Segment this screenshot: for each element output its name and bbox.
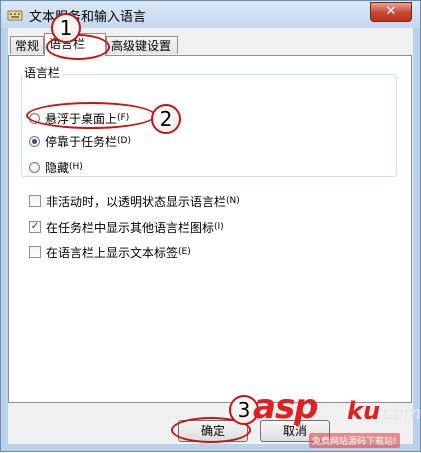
checkbox-label: 在语言栏上显示文本标签 xyxy=(46,245,179,260)
radio-hotkey: (D) xyxy=(117,136,131,146)
language-bar-panel: 语言栏 悬浮于桌面上 (F) 停靠于任务栏 (D) 隐藏 (H) 非活动时，以透… xyxy=(8,55,412,403)
step-marker-1: 1 xyxy=(51,13,81,43)
radio-hotkey: (F) xyxy=(117,113,130,123)
step-marker-2: 2 xyxy=(151,104,181,134)
checkbox[interactable] xyxy=(29,195,41,207)
radio-button[interactable] xyxy=(29,161,40,173)
tab-general[interactable]: 常规 xyxy=(10,36,44,54)
checkbox[interactable] xyxy=(29,246,41,258)
checkbox-checked[interactable]: ✓ xyxy=(29,221,41,233)
radio-dock-in-taskbar[interactable]: 停靠于任务栏 (D) xyxy=(29,133,131,149)
watermark-suffix: ku xyxy=(347,397,381,425)
radio-hotkey: (H) xyxy=(69,162,83,172)
checkbox-label: 在任务栏中显示其他语言栏图标 xyxy=(46,220,215,235)
tab-advanced-key-settings[interactable]: 高级键设置 xyxy=(106,36,178,54)
checkbox-hotkey: (E) xyxy=(178,247,191,257)
radio-label: 悬浮于桌面上 xyxy=(45,111,118,126)
window-title: 文本服务和输入语言 xyxy=(29,10,147,25)
site-watermark: asp ku .com 免费网站源码下载站! xyxy=(247,387,421,453)
close-button[interactable]: ✕ xyxy=(370,2,412,22)
checkbox-label: 非活动时，以透明状态显示语言栏 xyxy=(46,194,227,209)
group-label: 语言栏 xyxy=(22,64,63,81)
radio-hidden[interactable]: 隐藏 (H) xyxy=(29,159,83,175)
watermark-tagline: 免费网站源码下载站! xyxy=(309,433,400,448)
checkbox-hotkey: (N) xyxy=(226,196,240,206)
text-services-dialog: 文本服务和输入语言 ✕ 常规 语言栏 高级键设置 语言栏 悬浮于桌面上 (F) … xyxy=(0,0,421,452)
radio-label: 停靠于任务栏 xyxy=(45,134,118,149)
checkbox-transparent-when-inactive[interactable]: 非活动时，以透明状态显示语言栏 (N) xyxy=(29,193,240,209)
radio-button[interactable] xyxy=(29,112,40,124)
dialog-client-area: 常规 语言栏 高级键设置 语言栏 悬浮于桌面上 (F) 停靠于任务栏 (D) 隐… xyxy=(8,28,413,444)
radio-label: 隐藏 xyxy=(45,160,70,175)
radio-float-on-desktop[interactable]: 悬浮于桌面上 (F) xyxy=(29,110,129,126)
keyboard-app-icon xyxy=(7,10,23,21)
checkbox-hotkey: (I) xyxy=(214,222,224,232)
radio-button-selected[interactable] xyxy=(29,135,40,147)
watermark-brand: asp xyxy=(253,387,319,427)
checkbox-show-text-labels[interactable]: 在语言栏上显示文本标签 (E) xyxy=(29,244,191,260)
checkbox-show-additional-icons[interactable]: ✓ 在任务栏中显示其他语言栏图标 (I) xyxy=(29,219,224,235)
watermark-domain: .com xyxy=(377,403,421,424)
